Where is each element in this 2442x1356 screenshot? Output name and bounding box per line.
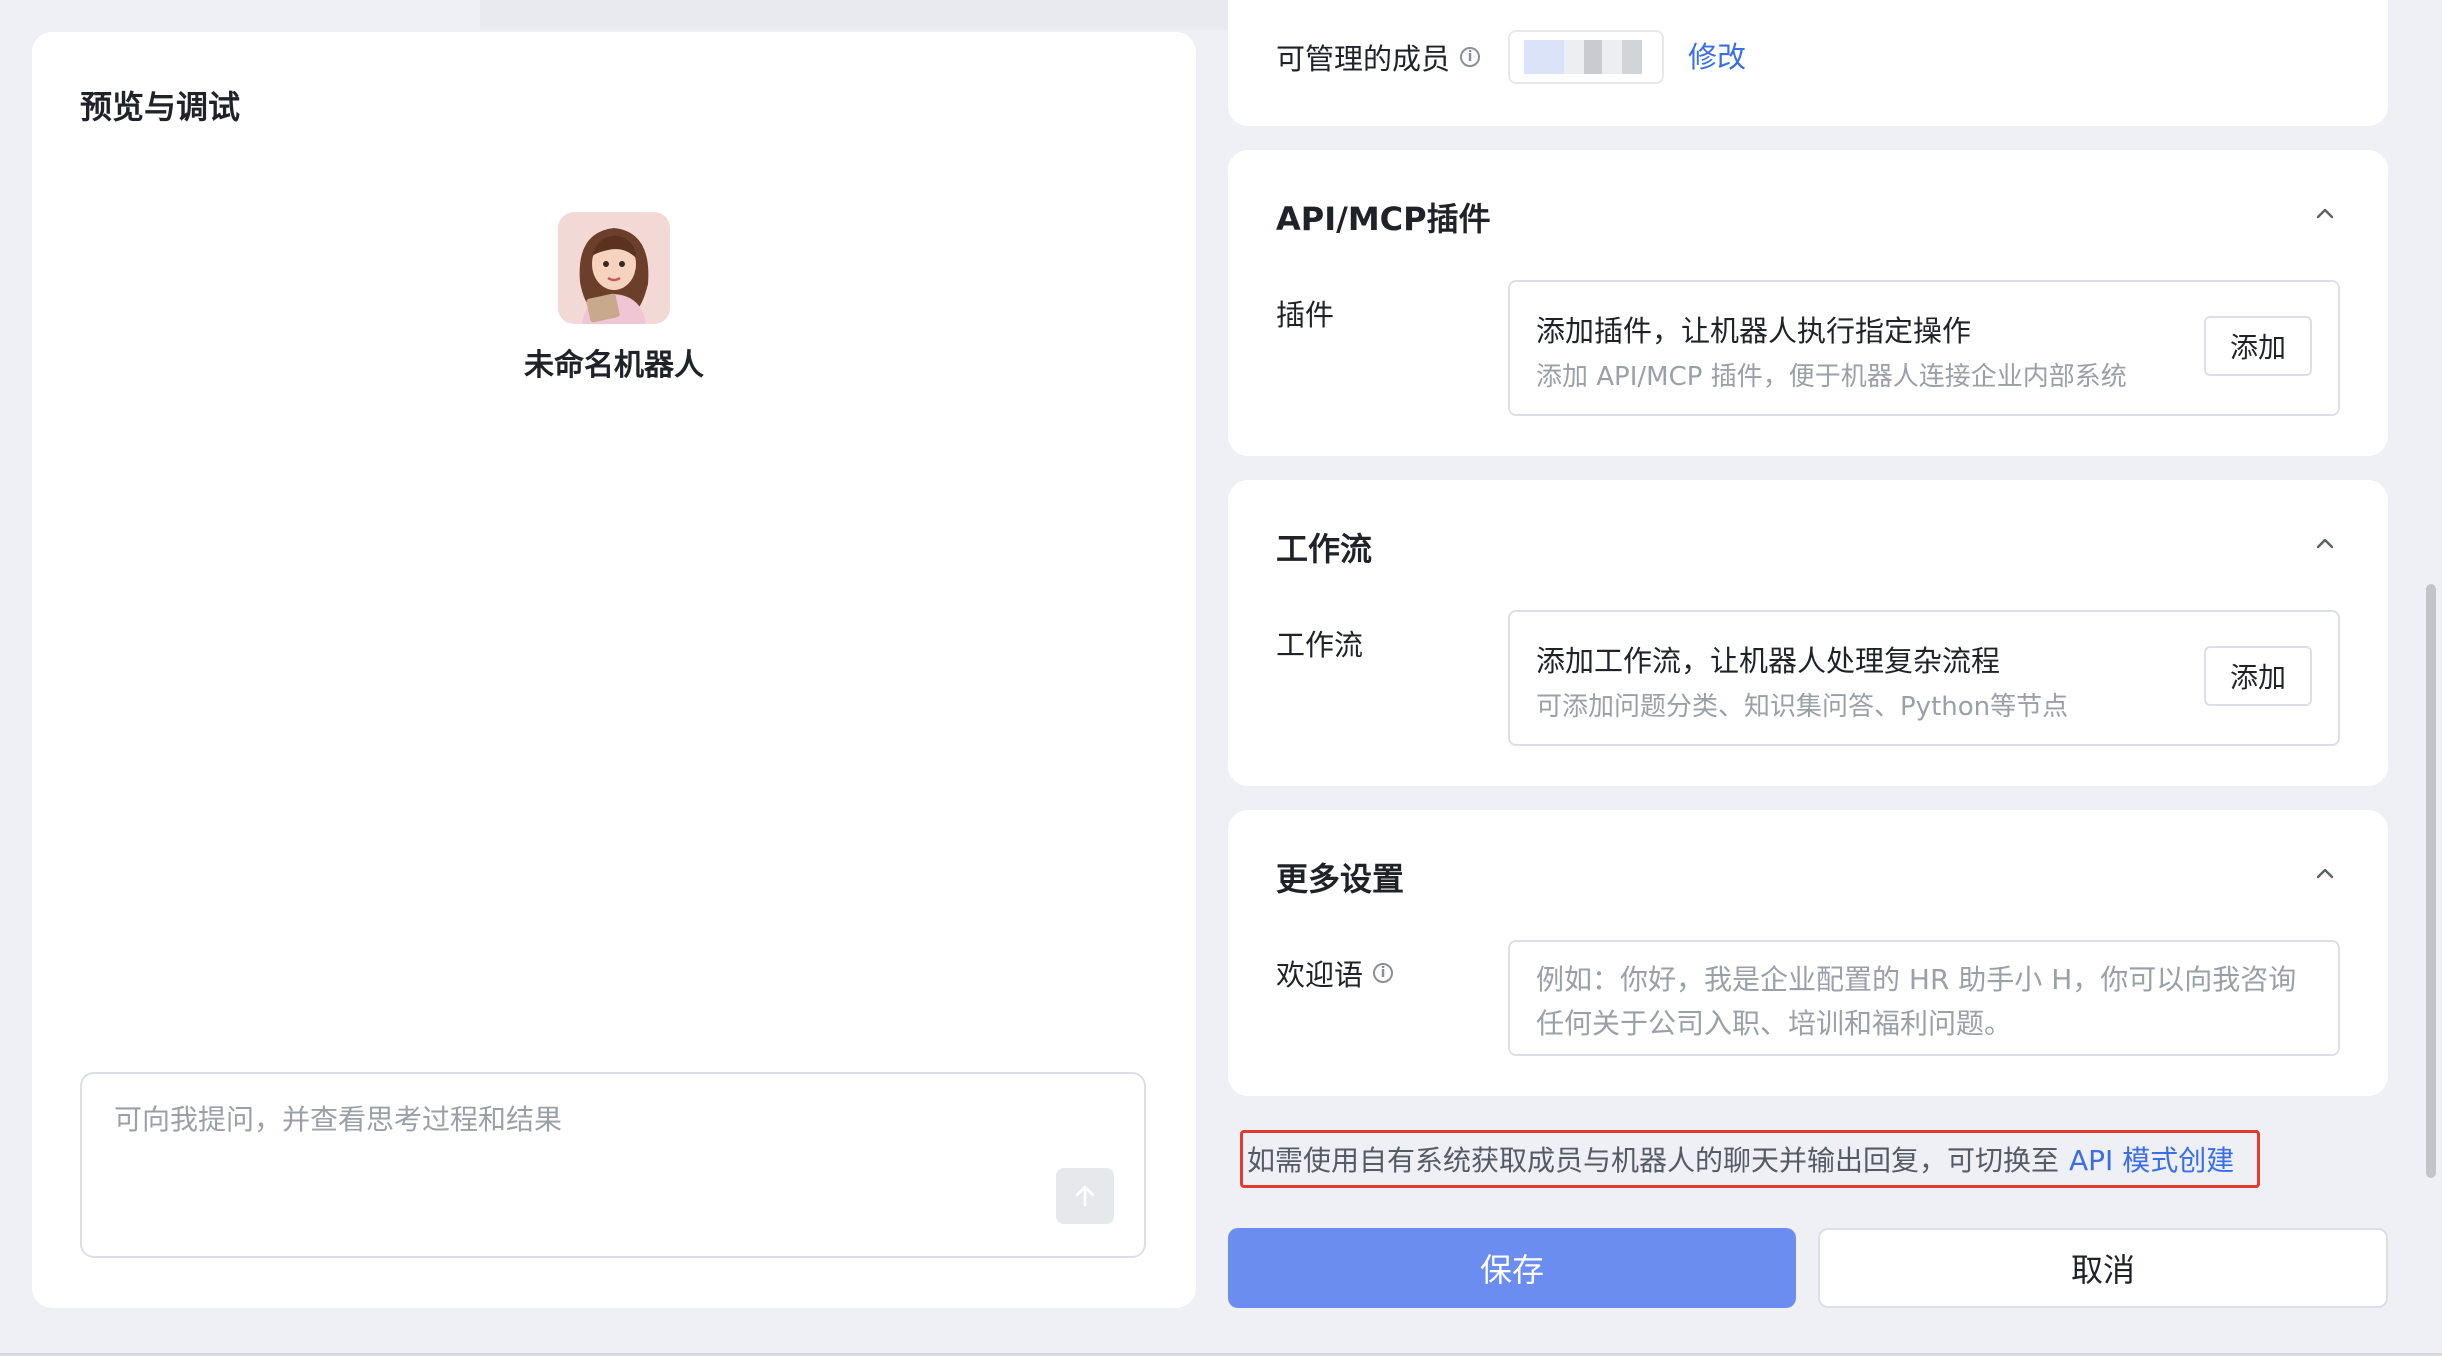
welcome-box (1508, 940, 2340, 1056)
chat-input[interactable] (112, 1102, 996, 1137)
members-card: 可管理的成员 i 修改 (1228, 0, 2388, 126)
workflow-box-title: 添加工作流，让机器人处理复杂流程 (1536, 644, 2001, 678)
plugins-add-box: 添加插件，让机器人执行指定操作 添加 API/MCP 插件，便于机器人连接企业内… (1508, 280, 2340, 416)
bot-avatar (558, 212, 670, 324)
plugins-box-desc: 添加 API/MCP 插件，便于机器人连接企业内部系统 (1536, 362, 2127, 392)
preview-panel: 预览与调试 未命名机器人 (32, 32, 1196, 1308)
chevron-up-icon[interactable] (2312, 200, 2338, 226)
welcome-textarea[interactable] (1536, 958, 2316, 1046)
plugins-card: API/MCP插件 插件 添加插件，让机器人执行指定操作 添加 API/MCP … (1228, 150, 2388, 456)
member-avatar-blurred (1622, 40, 1642, 74)
workflow-add-box: 添加工作流，让机器人处理复杂流程 可添加问题分类、知识集问答、Python等节点… (1508, 610, 2340, 746)
plugins-card-title: API/MCP插件 (1276, 200, 1491, 238)
chat-box (80, 1072, 1146, 1258)
notice-text: 如需使用自有系统获取成员与机器人的聊天并输出回复，可切换至 (1247, 1144, 2060, 1177)
info-icon[interactable]: i (1373, 963, 1394, 983)
send-button[interactable] (1056, 1168, 1114, 1224)
edit-members-link[interactable]: 修改 (1688, 34, 1746, 76)
arrow-up-icon (1075, 1185, 1095, 1207)
workflow-box-desc: 可添加问题分类、知识集问答、Python等节点 (1536, 692, 2069, 722)
members-field: 可管理的成员 i (1276, 36, 1481, 78)
chevron-up-icon[interactable] (2312, 860, 2338, 886)
workflow-card-title: 工作流 (1276, 530, 1373, 568)
add-plugin-button[interactable]: 添加 (2204, 316, 2312, 376)
member-avatar-blurred (1584, 40, 1602, 74)
scrollbar-thumb[interactable] (2426, 584, 2436, 1178)
add-workflow-button[interactable]: 添加 (2204, 646, 2312, 706)
info-icon[interactable]: i (1460, 47, 1481, 67)
more-settings-title: 更多设置 (1276, 860, 1405, 898)
cancel-button[interactable]: 取消 (1818, 1228, 2388, 1308)
save-button[interactable]: 保存 (1228, 1228, 1796, 1308)
members-avatars (1508, 30, 1664, 84)
bot-name: 未命名机器人 (524, 348, 704, 383)
members-label: 可管理的成员 (1276, 42, 1451, 76)
workflow-field-label: 工作流 (1276, 628, 1364, 662)
plugins-box-title: 添加插件，让机器人执行指定操作 (1536, 314, 1972, 348)
preview-title: 预览与调试 (80, 88, 241, 126)
plugins-field-label: 插件 (1276, 298, 1335, 332)
chevron-up-icon[interactable] (2312, 530, 2338, 556)
welcome-label: 欢迎语 (1276, 958, 1364, 992)
member-avatar-blurred (1564, 40, 1584, 74)
more-settings-card: 更多设置 欢迎语 i (1228, 810, 2388, 1096)
member-avatar-blurred (1524, 40, 1564, 74)
welcome-field: 欢迎语 i (1276, 952, 1394, 994)
api-mode-notice: 如需使用自有系统获取成员与机器人的聊天并输出回复，可切换至 API 模式创建 (1240, 1130, 2260, 1188)
api-mode-link[interactable]: API 模式创建 (2069, 1139, 2234, 1179)
member-avatar-blurred (1602, 40, 1622, 74)
workflow-card: 工作流 工作流 添加工作流，让机器人处理复杂流程 可添加问题分类、知识集问答、P… (1228, 480, 2388, 786)
